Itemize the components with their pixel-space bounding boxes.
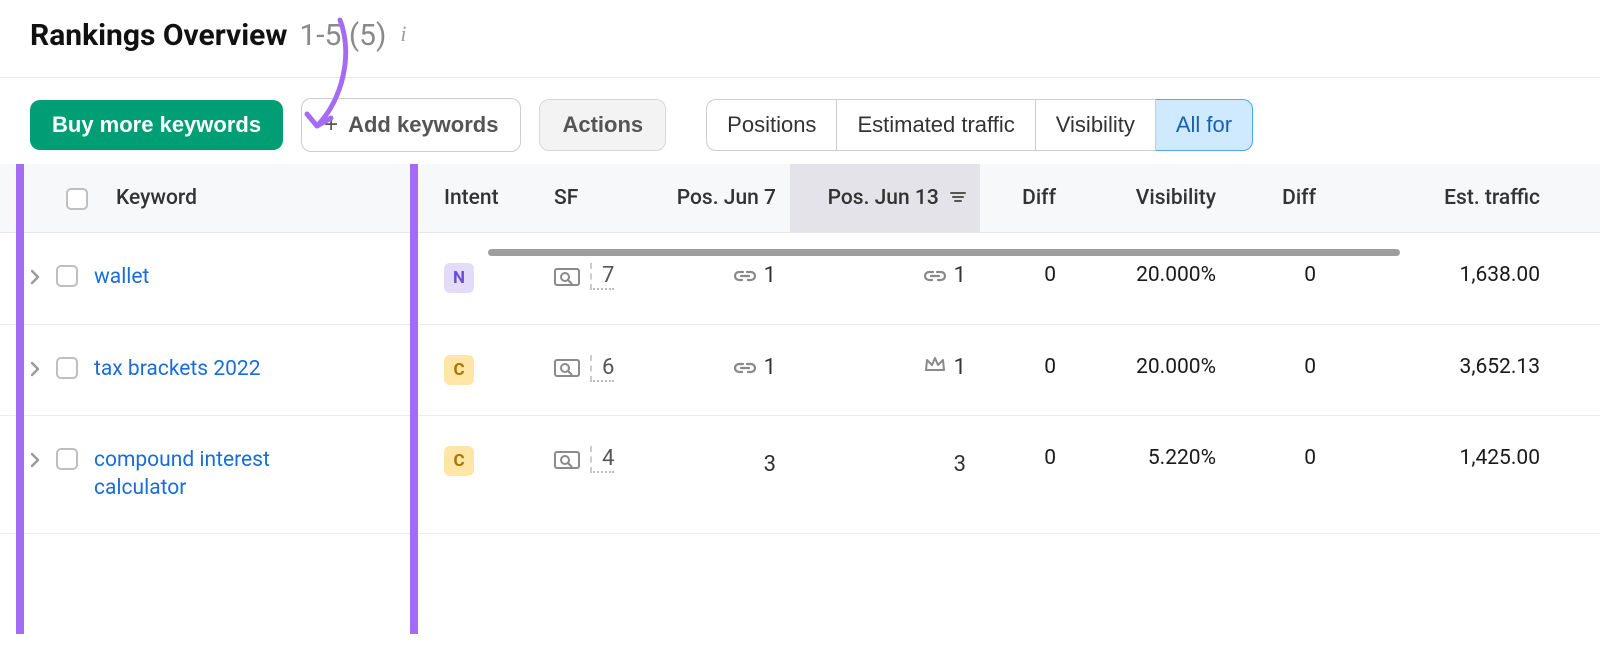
intent-badge: N xyxy=(444,263,474,293)
col-visibility[interactable]: Visibility xyxy=(1070,164,1230,233)
est-traffic-value: 3,652.13 xyxy=(1330,324,1600,416)
col-intent[interactable]: Intent xyxy=(430,164,540,233)
serp-features-cell[interactable]: 4 xyxy=(554,446,614,473)
diff-1-value: 0 xyxy=(980,324,1070,416)
crown-icon xyxy=(924,355,946,380)
visibility-value: 5.220% xyxy=(1070,416,1230,534)
visibility-value: 20.000% xyxy=(1070,233,1230,325)
page-header: Rankings Overview 1-5 (5) i xyxy=(0,0,1600,78)
add-keywords-label: Add keywords xyxy=(348,112,498,138)
diff-2-value: 0 xyxy=(1230,416,1330,534)
keyword-link[interactable]: compound interest calculator xyxy=(94,446,364,503)
keyword-link[interactable]: wallet xyxy=(94,263,149,291)
visibility-value: 20.000% xyxy=(1070,324,1230,416)
toolbar: Buy more keywords + Add keywords Actions… xyxy=(0,78,1600,164)
col-est-traffic[interactable]: Est. traffic xyxy=(1330,164,1600,233)
link-icon xyxy=(734,355,756,380)
diff-2-value: 0 xyxy=(1230,233,1330,325)
position-jun-13: 3 xyxy=(804,452,966,477)
position-jun-7: 3 xyxy=(664,452,776,477)
position-jun-7: 1 xyxy=(664,263,776,288)
diff-1-value: 0 xyxy=(980,416,1070,534)
col-keyword-label: Keyword xyxy=(116,186,197,210)
select-all-checkbox[interactable] xyxy=(66,188,88,210)
info-icon[interactable]: i xyxy=(400,21,406,47)
col-keyword[interactable]: Keyword xyxy=(0,164,430,233)
position-jun-13: 1 xyxy=(804,263,966,288)
segment-visibility[interactable]: Visibility xyxy=(1036,99,1156,151)
col-pos-jun-13-label: Pos. Jun 13 xyxy=(828,186,939,210)
sort-icon xyxy=(950,192,966,208)
actions-button[interactable]: Actions xyxy=(539,99,666,151)
segment-estimated-traffic[interactable]: Estimated traffic xyxy=(837,99,1035,151)
est-traffic-value: 1,638.00 xyxy=(1330,233,1600,325)
col-diff-1[interactable]: Diff xyxy=(980,164,1070,233)
row-checkbox[interactable] xyxy=(56,448,78,470)
segment-positions[interactable]: Positions xyxy=(706,99,837,151)
sf-count: 7 xyxy=(590,263,614,290)
col-diff-2[interactable]: Diff xyxy=(1230,164,1330,233)
link-icon xyxy=(734,263,756,288)
table-row: compound interest calculatorC43305.220%0… xyxy=(0,416,1600,534)
expand-chevron-icon[interactable] xyxy=(30,361,40,381)
sf-count: 4 xyxy=(590,446,614,473)
horizontal-scrollbar[interactable] xyxy=(488,249,1400,256)
add-keywords-button[interactable]: + Add keywords xyxy=(301,98,521,152)
serp-features-cell[interactable]: 7 xyxy=(554,263,614,290)
expand-chevron-icon[interactable] xyxy=(30,452,40,472)
segment-all-for[interactable]: All for xyxy=(1156,99,1253,151)
intent-badge: C xyxy=(444,355,474,385)
rankings-table-wrap: Keyword Intent SF Pos. Jun 7 Pos. Jun 13… xyxy=(0,164,1600,534)
table-row: walletN711020.000%01,638.00 xyxy=(0,233,1600,325)
view-segmented-control: Positions Estimated traffic Visibility A… xyxy=(706,99,1253,151)
rankings-table: Keyword Intent SF Pos. Jun 7 Pos. Jun 13… xyxy=(0,164,1600,534)
expand-chevron-icon[interactable] xyxy=(30,269,40,289)
table-row: tax brackets 2022C611020.000%03,652.13 xyxy=(0,324,1600,416)
row-checkbox[interactable] xyxy=(56,357,78,379)
diff-2-value: 0 xyxy=(1230,324,1330,416)
keyword-link[interactable]: tax brackets 2022 xyxy=(94,355,261,383)
serp-features-cell[interactable]: 6 xyxy=(554,355,614,382)
link-icon xyxy=(924,263,946,288)
diff-1-value: 0 xyxy=(980,233,1070,325)
row-checkbox[interactable] xyxy=(56,265,78,287)
position-jun-7: 1 xyxy=(664,355,776,380)
page-title-range: 1-5 (5) xyxy=(299,18,386,53)
plus-icon: + xyxy=(324,111,338,139)
page-title: Rankings Overview xyxy=(30,18,287,53)
col-sf[interactable]: SF xyxy=(540,164,650,233)
buy-keywords-button[interactable]: Buy more keywords xyxy=(30,100,283,150)
col-pos-jun-7[interactable]: Pos. Jun 7 xyxy=(650,164,790,233)
intent-badge: C xyxy=(444,446,474,476)
position-jun-13: 1 xyxy=(804,355,966,380)
est-traffic-value: 1,425.00 xyxy=(1330,416,1600,534)
col-pos-jun-13[interactable]: Pos. Jun 13 xyxy=(790,164,980,233)
sf-count: 6 xyxy=(590,355,614,382)
